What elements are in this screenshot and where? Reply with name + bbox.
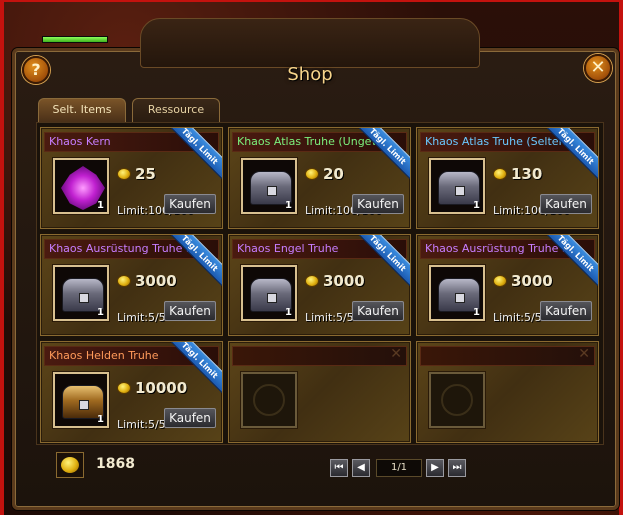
coin-icon <box>493 275 507 287</box>
last-page-button[interactable]: ⏭ <box>448 459 466 477</box>
shop-item-card: Khaos Engel Truhe Tägl. Limit 1 3000 Lim… <box>228 234 411 336</box>
coin-icon <box>305 275 319 287</box>
tab-resources[interactable]: Ressource <box>132 98 220 122</box>
tab-selected-items[interactable]: Selt. Items <box>38 98 126 122</box>
shop-item-card: Khaos Atlas Truhe (Ungew Tägl. Limit 1 2… <box>228 127 411 229</box>
green-chest-icon[interactable]: 1 <box>241 158 297 214</box>
screen-edge-left <box>0 0 4 515</box>
item-price: 130 <box>493 164 542 184</box>
health-bar <box>42 36 108 43</box>
buy-button[interactable]: Kaufen <box>164 301 216 321</box>
purple-chest-icon[interactable]: 1 <box>241 265 297 321</box>
item-limit: Limit:5/5 <box>117 311 166 324</box>
buy-button[interactable]: Kaufen <box>164 194 216 214</box>
close-button[interactable]: ✕ <box>584 54 612 82</box>
shop-item-card: Khaos Helden Truhe Tägl. Limit 1 10000 L… <box>40 341 223 443</box>
item-price: 20 <box>305 164 344 184</box>
item-quantity: 1 <box>97 414 104 425</box>
buy-button[interactable]: Kaufen <box>540 301 592 321</box>
buy-button[interactable]: Kaufen <box>540 194 592 214</box>
item-limit: Limit:5/5 <box>117 418 166 431</box>
empty-item-slot: ✕ <box>228 341 411 443</box>
item-limit: Limit:5/5 <box>493 311 542 324</box>
empty-slot-icon <box>429 372 485 428</box>
window-title: Shop <box>287 64 333 85</box>
prev-page-button[interactable]: ◀ <box>352 459 370 477</box>
item-price: 3000 <box>305 271 365 291</box>
next-page-button[interactable]: ▶ <box>426 459 444 477</box>
buy-button[interactable]: Kaufen <box>164 408 216 428</box>
item-price: 3000 <box>493 271 553 291</box>
shop-item-card: Khaos Kern Tägl. Limit 1 25 Limit:100/10… <box>40 127 223 229</box>
item-limit: Limit:5/5 <box>305 311 354 324</box>
item-price: 10000 <box>117 378 187 398</box>
shop-item-card: Khaos Atlas Truhe (Selten) Tägl. Limit 1… <box>416 127 599 229</box>
item-quantity: 1 <box>285 307 292 318</box>
item-quantity: 1 <box>97 200 104 211</box>
shop-item-card: Khaos Ausrüstung Truhe I Tägl. Limit 1 3… <box>40 234 223 336</box>
buy-button[interactable]: Kaufen <box>352 301 404 321</box>
shop-item-card: Khaos Ausrüstung Truhe I Tägl. Limit 1 3… <box>416 234 599 336</box>
item-quantity: 1 <box>97 307 104 318</box>
item-price: 25 <box>117 164 156 184</box>
cyan-chest-icon[interactable]: 1 <box>429 158 485 214</box>
item-quantity: 1 <box>473 200 480 211</box>
first-page-button[interactable]: ⏮ <box>330 459 348 477</box>
orange-chest-icon[interactable]: 1 <box>53 372 109 428</box>
purple-crystal-icon[interactable]: 1 <box>53 158 109 214</box>
purple-chest-icon[interactable]: 1 <box>429 265 485 321</box>
buy-button[interactable]: Kaufen <box>352 194 404 214</box>
screen-edge-right <box>619 0 623 515</box>
coin-icon <box>117 168 131 180</box>
empty-slot-icon <box>241 372 297 428</box>
x-mark-icon: ✕ <box>390 346 402 362</box>
purple-chest-icon[interactable]: 1 <box>53 265 109 321</box>
coin-icon <box>117 382 131 394</box>
page-indicator: 1/1 <box>376 459 422 477</box>
help-button[interactable]: ? <box>22 56 50 84</box>
coin-icon <box>305 168 319 180</box>
item-quantity: 1 <box>285 200 292 211</box>
empty-name-bar <box>420 346 595 366</box>
currency-icon <box>56 452 84 478</box>
x-mark-icon: ✕ <box>578 346 590 362</box>
coin-icon <box>117 275 131 287</box>
coin-icon <box>493 168 507 180</box>
screen-edge-top <box>0 0 623 2</box>
item-quantity: 1 <box>473 307 480 318</box>
item-price: 3000 <box>117 271 177 291</box>
currency-balance: 1868 <box>96 456 135 472</box>
empty-item-slot: ✕ <box>416 341 599 443</box>
empty-name-bar <box>232 346 407 366</box>
